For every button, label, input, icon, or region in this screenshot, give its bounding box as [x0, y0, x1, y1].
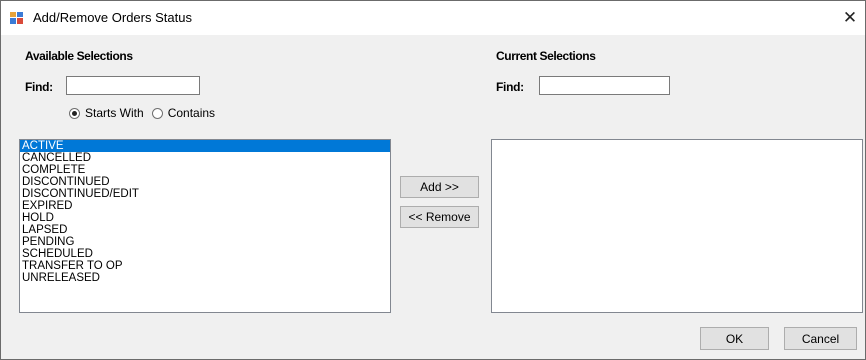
list-item[interactable]: COMPLETE	[20, 164, 390, 176]
search-mode-group: Starts With Contains	[69, 106, 223, 120]
list-item[interactable]: TRANSFER TO OP	[20, 260, 390, 272]
add-button[interactable]: Add >>	[400, 176, 479, 198]
available-find-label: Find:	[25, 80, 53, 94]
ok-button[interactable]: OK	[700, 327, 769, 350]
radio-checked-icon	[69, 107, 80, 119]
list-item[interactable]: HOLD	[20, 212, 390, 224]
list-item[interactable]: DISCONTINUED/EDIT	[20, 188, 390, 200]
contains-radio[interactable]: Contains	[151, 106, 216, 120]
list-item[interactable]: PENDING	[20, 236, 390, 248]
list-item[interactable]: SCHEDULED	[20, 248, 390, 260]
app-icon	[10, 12, 23, 24]
remove-button[interactable]: << Remove	[400, 206, 479, 228]
current-listbox[interactable]	[491, 139, 863, 313]
current-find-input[interactable]	[539, 76, 670, 95]
list-item[interactable]: CANCELLED	[20, 152, 390, 164]
radio-unchecked-icon	[151, 107, 163, 119]
list-item[interactable]: ACTIVE	[20, 140, 390, 152]
available-listbox[interactable]: ACTIVE CANCELLED COMPLETE DISCONTINUED DISCO…	[19, 139, 391, 313]
contains-label: Contains	[167, 106, 216, 120]
list-item[interactable]: LAPSED	[20, 224, 390, 236]
current-find-label: Find:	[496, 80, 524, 94]
list-item[interactable]: EXPIRED	[20, 200, 390, 212]
available-find-input[interactable]	[66, 76, 200, 95]
list-item[interactable]: DISCONTINUED	[20, 176, 390, 188]
available-selections-heading: Available Selections	[25, 49, 133, 63]
close-button[interactable]: ✕	[835, 1, 865, 35]
dialog-window: Add/Remove Orders Status ✕ Available Sel…	[0, 0, 866, 360]
current-selections-heading: Current Selections	[496, 49, 596, 63]
starts-with-radio[interactable]: Starts With	[69, 106, 144, 120]
list-item[interactable]: UNRELEASED	[20, 272, 390, 284]
window-title: Add/Remove Orders Status	[33, 10, 192, 25]
starts-with-label: Starts With	[85, 106, 144, 120]
title-bar: Add/Remove Orders Status ✕	[1, 1, 865, 35]
cancel-button[interactable]: Cancel	[784, 327, 857, 350]
close-icon: ✕	[842, 8, 858, 27]
